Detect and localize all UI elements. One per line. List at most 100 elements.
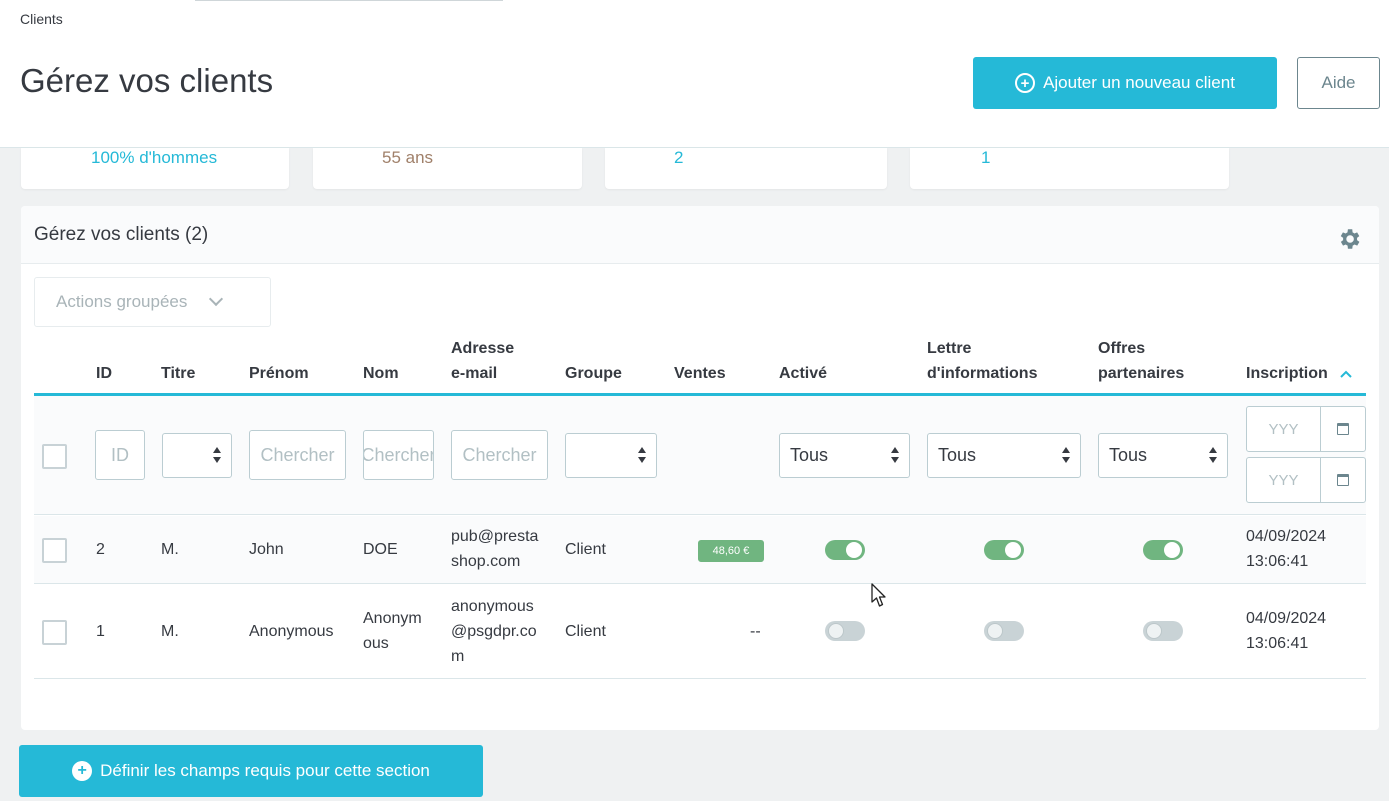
kpi-value: 100% d'hommes — [91, 148, 218, 167]
page-header: Clients Gérez vos clients + Ajouter un n… — [0, 0, 1389, 148]
cell-sales: -- — [750, 623, 761, 640]
date-to-picker[interactable] — [1321, 458, 1365, 502]
cell-lastname-line1: Anonym — [363, 610, 422, 627]
filter-active-value: Tous — [790, 445, 829, 465]
filter-group-select[interactable] — [565, 433, 657, 478]
cell-firstname: John — [249, 541, 284, 558]
col-header-group[interactable]: Groupe — [565, 361, 622, 386]
col-header-date-add[interactable]: Inscription — [1246, 361, 1352, 386]
kpi-card-newsletter[interactable]: 1 — [910, 148, 1229, 189]
calendar-icon — [1337, 474, 1349, 486]
cell-id: 2 — [96, 541, 105, 558]
filter-date-from[interactable]: YYY — [1246, 406, 1366, 452]
col-header-newsletter-line1: Lettre — [927, 340, 972, 357]
col-header-active[interactable]: Activé — [779, 361, 827, 386]
cell-date-add: 04/09/2024 13:06:41 — [1246, 606, 1326, 656]
required-fields-button[interactable]: + Définir les champs requis pour cette s… — [19, 745, 483, 797]
page-title: Gérez vos clients — [20, 62, 274, 99]
select-all-checkbox[interactable] — [42, 444, 67, 469]
col-header-date-add-label: Inscription — [1246, 365, 1328, 382]
filter-active-select[interactable]: Tous — [779, 433, 910, 478]
table-bottom-divider — [34, 678, 1366, 679]
select-arrows-icon — [891, 447, 899, 463]
sales-badge: 48,60 € — [698, 540, 764, 562]
plus-circle-icon: + — [1015, 73, 1036, 93]
newsletter-toggle[interactable] — [984, 540, 1024, 560]
filter-optin-value: Tous — [1109, 445, 1148, 465]
gear-icon[interactable] — [1336, 226, 1362, 252]
filter-newsletter-value: Tous — [938, 445, 977, 465]
select-arrows-icon — [638, 447, 646, 463]
tab-strip — [195, 0, 503, 1]
panel-header: Gérez vos clients (2) — [21, 206, 1379, 264]
kpi-value: 2 — [674, 148, 684, 167]
filter-newsletter-select[interactable]: Tous — [927, 433, 1081, 478]
col-header-sales[interactable]: Ventes — [674, 361, 726, 386]
kpi-card-orders[interactable]: 2 — [605, 148, 887, 189]
cell-id: 1 — [96, 623, 105, 640]
cell-email-line2: shop.com — [451, 553, 521, 570]
filter-optin-select[interactable]: Tous — [1098, 433, 1228, 478]
sort-ascending-icon[interactable] — [1340, 370, 1352, 378]
select-arrows-icon — [1209, 447, 1217, 463]
col-header-email[interactable]: Adresse e-mail — [451, 336, 514, 386]
active-toggle[interactable] — [825, 621, 865, 641]
row-divider — [34, 583, 1366, 584]
newsletter-toggle[interactable] — [984, 621, 1024, 641]
breadcrumb[interactable]: Clients — [20, 11, 63, 27]
kpi-value: 55 ans — [382, 148, 434, 167]
date-from-input[interactable]: YYY — [1247, 407, 1321, 451]
row-checkbox[interactable] — [42, 538, 67, 563]
cell-email-line2: @psgdpr.co — [451, 623, 537, 640]
date-from-picker[interactable] — [1321, 407, 1365, 451]
help-button[interactable]: Aide — [1297, 57, 1380, 109]
col-header-email-line2: e-mail — [451, 365, 498, 382]
plus-circle-icon: + — [72, 761, 93, 781]
filter-email-input[interactable]: Chercher — [451, 430, 548, 480]
col-header-newsletter-line2: d'informations — [927, 365, 1038, 382]
cell-group: Client — [565, 623, 606, 640]
cell-title: M. — [161, 623, 179, 640]
col-header-lastname[interactable]: Nom — [363, 361, 399, 386]
col-header-newsletter[interactable]: Lettre d'informations — [927, 336, 1037, 386]
filter-id-input[interactable]: ID — [95, 430, 145, 480]
kpi-card-gender[interactable]: 100% d'hommes — [21, 148, 289, 189]
filter-firstname-input[interactable]: Chercher — [249, 430, 346, 480]
bulk-actions-dropdown[interactable]: Actions groupées — [34, 277, 271, 327]
mouse-cursor-icon — [871, 583, 886, 607]
optin-toggle[interactable] — [1143, 621, 1183, 641]
cell-lastname-line2: ous — [363, 635, 389, 652]
col-header-id[interactable]: ID — [96, 361, 112, 386]
cell-date: 04/09/2024 — [1246, 528, 1327, 545]
row-checkbox[interactable] — [42, 620, 67, 645]
active-toggle[interactable] — [825, 540, 865, 560]
add-client-label: Ajouter un nouveau client — [1043, 73, 1235, 92]
cell-email-line1: anonymous — [451, 598, 534, 615]
cell-date-add: 04/09/2024 13:06:41 — [1246, 524, 1326, 574]
col-header-optin-line2: partenaires — [1098, 365, 1185, 382]
select-arrows-icon — [213, 447, 221, 463]
cell-time: 13:06:41 — [1246, 553, 1309, 570]
cell-email-line3: m — [451, 648, 465, 665]
calendar-icon — [1337, 423, 1349, 435]
select-arrows-icon — [1062, 447, 1070, 463]
required-fields-label: Définir les champs requis pour cette sec… — [100, 761, 430, 780]
cell-email: pub@presta shop.com — [451, 524, 538, 574]
col-header-optin-line1: Offres — [1098, 340, 1146, 357]
cell-group: Client — [565, 541, 606, 558]
filter-title-select[interactable] — [162, 433, 232, 478]
filter-date-to[interactable]: YYY — [1246, 457, 1366, 503]
col-header-email-line1: Adresse — [451, 340, 515, 357]
kpi-card-age[interactable]: 55 ans — [313, 148, 582, 189]
date-to-input[interactable]: YYY — [1247, 458, 1321, 502]
optin-toggle[interactable] — [1143, 540, 1183, 560]
col-header-optin[interactable]: Offres partenaires — [1098, 336, 1184, 386]
col-header-firstname[interactable]: Prénom — [249, 361, 309, 386]
add-client-button[interactable]: + Ajouter un nouveau client — [973, 57, 1277, 109]
cell-lastname: Anonym ous — [363, 606, 422, 656]
kpi-value: 1 — [981, 148, 991, 167]
col-header-title[interactable]: Titre — [161, 361, 195, 386]
chevron-down-icon — [209, 291, 224, 307]
filter-lastname-input[interactable]: Chercher — [363, 430, 434, 480]
customers-panel: Gérez vos clients (2) Actions groupées I… — [21, 206, 1379, 730]
